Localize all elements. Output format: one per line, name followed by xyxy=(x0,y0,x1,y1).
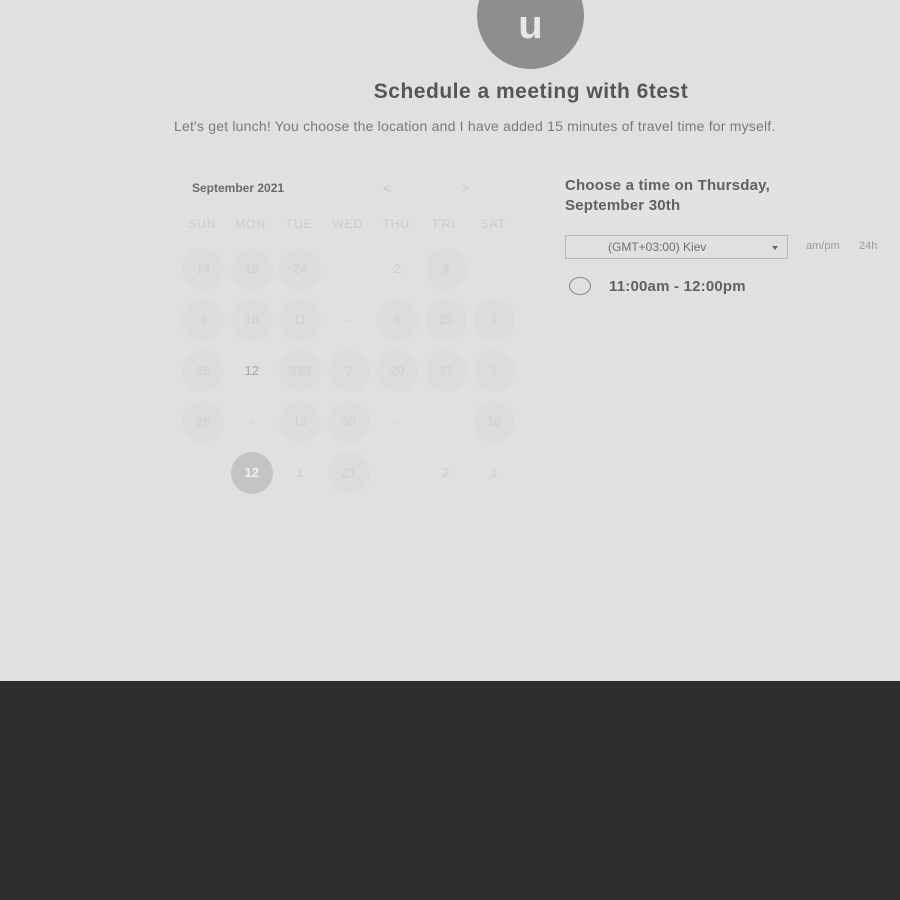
calendar-day-label: 14 xyxy=(182,247,225,290)
calendar-month-label: September 2021 xyxy=(192,181,285,195)
calendar-day-label: 1 xyxy=(490,465,498,480)
weekday-tue: TUE xyxy=(285,217,313,231)
time-slot[interactable]: 11:00am - 12:00pm xyxy=(569,275,746,297)
calendar-day[interactable]: 333 xyxy=(276,345,325,396)
timezone-value: (GMT+03:00) Kiev xyxy=(608,240,707,254)
format-12h-toggle[interactable]: am/pm xyxy=(806,240,840,252)
calendar-day-label: 20 xyxy=(376,349,419,392)
calendar-day-label: 18 xyxy=(230,247,273,290)
calendar-day-label: 16 xyxy=(473,400,516,443)
timezone-select[interactable]: (GMT+03:00) Kiev xyxy=(565,235,788,259)
scheduling-page: u Schedule a meeting with 6test Let's ge… xyxy=(0,0,900,681)
time-slot-radio[interactable] xyxy=(569,277,591,295)
calendar-day[interactable]: 21 xyxy=(325,447,374,498)
calendar-day-label: 1 xyxy=(473,298,516,341)
calendar-day-label: 11 xyxy=(279,298,322,341)
calendar-day[interactable]: 30 xyxy=(325,396,374,447)
calendar-day: 2 xyxy=(373,243,422,294)
calendar-day[interactable]: 14 xyxy=(179,243,228,294)
weekday-sun: SUN xyxy=(188,217,217,231)
calendar-day-label xyxy=(425,401,467,443)
weekday-wed: WED xyxy=(332,217,364,231)
calendar-day: 1 xyxy=(470,447,519,498)
calendar-day[interactable]: 11 xyxy=(276,294,325,345)
calendar-day[interactable]: 26 xyxy=(179,345,228,396)
calendar-day xyxy=(373,447,422,498)
calendar-day-label: 2 xyxy=(393,261,401,276)
calendar-day-label: - xyxy=(395,414,400,429)
previous-month-icon[interactable]: < xyxy=(383,180,391,196)
calendar-day-label: 12 xyxy=(230,451,273,494)
calendar-day-label: 2 xyxy=(327,349,370,392)
calendar-day-label: 12 xyxy=(244,363,259,378)
calendar-day-label: 7 xyxy=(473,349,516,392)
calendar-day[interactable]: 27 xyxy=(422,345,471,396)
calendar-day-label xyxy=(473,248,515,290)
calendar-day[interactable]: 1 xyxy=(470,294,519,345)
calendar-day-label: - xyxy=(249,414,254,429)
weekday-mon: MON xyxy=(235,217,267,231)
avatar-letter: u xyxy=(518,3,543,47)
calendar-day-label: 24 xyxy=(279,247,322,290)
calendar-day[interactable]: 6 xyxy=(373,294,422,345)
calendar-day[interactable]: 28 xyxy=(179,396,228,447)
calendar-day[interactable]: 12 xyxy=(228,345,277,396)
calendar-day-label: 13 xyxy=(279,400,322,443)
calendar-day-label: 2 xyxy=(442,465,450,480)
calendar-day xyxy=(470,243,519,294)
next-month-icon[interactable]: > xyxy=(461,180,469,196)
calendar-day-label xyxy=(376,452,418,494)
chevron-down-icon xyxy=(772,246,778,250)
calendar-day[interactable]: 18 xyxy=(228,243,277,294)
calendar-day: - xyxy=(373,396,422,447)
calendar-day-label: 27 xyxy=(424,349,467,392)
time-slot-label: 11:00am - 12:00pm xyxy=(609,277,746,295)
calendar-day-label: 26 xyxy=(182,349,225,392)
calendar-day: 1 xyxy=(276,447,325,498)
calendar-day[interactable]: 13 xyxy=(276,396,325,447)
calendar-day[interactable]: 20 xyxy=(373,345,422,396)
calendar-day-label xyxy=(182,452,224,494)
calendar-day-label: 6 xyxy=(376,298,419,341)
calendar-day xyxy=(422,396,471,447)
calendar: September 2021 < > SUN MON TUE WED THU F… xyxy=(162,170,524,494)
format-24h-toggle[interactable]: 24h xyxy=(859,240,877,252)
calendar-day xyxy=(179,447,228,498)
calendar-day-label: 25 xyxy=(424,298,467,341)
calendar-day[interactable]: 7 xyxy=(470,345,519,396)
avatar: u xyxy=(477,0,584,69)
calendar-day-label: 4 xyxy=(182,298,225,341)
weekday-header: SUN MON TUE WED THU FRI SAT xyxy=(178,217,514,231)
calendar-day-label: 333 xyxy=(279,349,322,392)
page-title: Schedule a meeting with 6test xyxy=(373,80,689,103)
weekday-sat: SAT xyxy=(480,217,506,231)
calendar-day-label: 28 xyxy=(182,400,225,443)
calendar-day[interactable]: 12 xyxy=(228,447,277,498)
calendar-day-grid: 14 18 24 2 3 4 18 11-6 25 1 26 12 333 2 20 27 7 28-13 30-1… xyxy=(179,243,519,498)
weekday-thu: THU xyxy=(382,217,411,231)
calendar-day xyxy=(325,243,374,294)
calendar-day[interactable]: 18 xyxy=(228,294,277,345)
calendar-day[interactable]: 2 xyxy=(325,345,374,396)
calendar-day-label: 1 xyxy=(296,465,304,480)
calendar-day[interactable]: 24 xyxy=(276,243,325,294)
choose-time-title: Choose a time on Thursday, September 30t… xyxy=(565,177,770,214)
calendar-day-label: 30 xyxy=(327,400,370,443)
bottom-band xyxy=(0,681,900,900)
calendar-day-label: 21 xyxy=(327,451,370,494)
calendar-day-label xyxy=(328,248,370,290)
calendar-day[interactable]: 4 xyxy=(179,294,228,345)
calendar-day[interactable]: 16 xyxy=(470,396,519,447)
calendar-day-label: 18 xyxy=(230,298,273,341)
calendar-day[interactable]: 25 xyxy=(422,294,471,345)
calendar-day-label: - xyxy=(346,312,351,327)
calendar-day: 2 xyxy=(422,447,471,498)
calendar-day: - xyxy=(325,294,374,345)
calendar-day: - xyxy=(228,396,277,447)
weekday-fri: FRI xyxy=(433,217,456,231)
calendar-day-label: 3 xyxy=(424,247,467,290)
calendar-day[interactable]: 3 xyxy=(422,243,471,294)
meeting-description: Let's get lunch! You choose the location… xyxy=(174,118,776,134)
